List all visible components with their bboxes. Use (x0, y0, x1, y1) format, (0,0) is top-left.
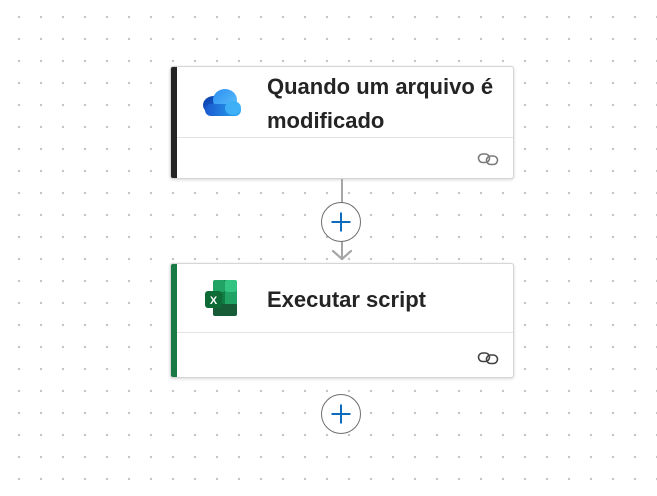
trigger-card-header[interactable]: Quando um arquivo é modificado (177, 67, 513, 138)
flow-canvas: Quando um arquivo é modificado X Executa… (0, 0, 657, 496)
add-step-button[interactable] (321, 202, 361, 242)
connector-line (341, 179, 343, 203)
link-icon[interactable] (477, 351, 499, 365)
plus-icon (331, 404, 351, 424)
onedrive-icon (199, 83, 243, 123)
trigger-title: Quando um arquivo é modificado (267, 74, 494, 133)
action-title: Executar script (267, 287, 426, 312)
action-card-header[interactable]: X Executar script (177, 264, 513, 333)
add-step-button[interactable] (321, 394, 361, 434)
link-icon[interactable] (477, 152, 499, 166)
svg-text:X: X (210, 295, 218, 307)
trigger-card[interactable]: Quando um arquivo é modificado (170, 66, 514, 179)
action-card[interactable]: X Executar script (170, 263, 514, 378)
plus-icon (331, 212, 351, 232)
arrow-down-icon (331, 249, 353, 261)
excel-icon: X (199, 278, 243, 318)
